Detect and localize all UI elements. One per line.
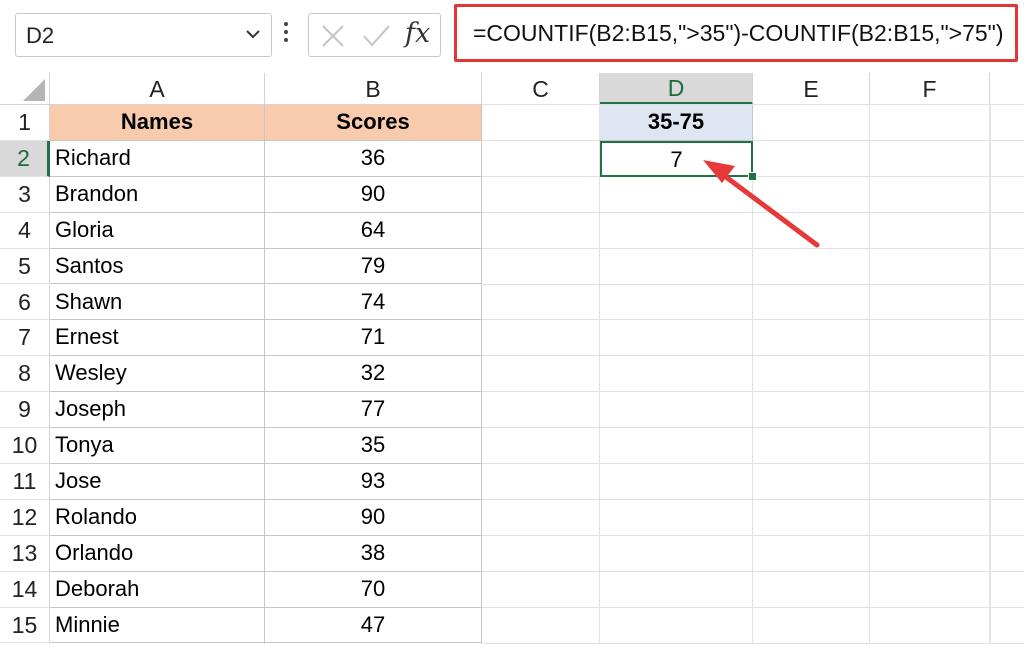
red-arrow-icon	[703, 160, 820, 248]
